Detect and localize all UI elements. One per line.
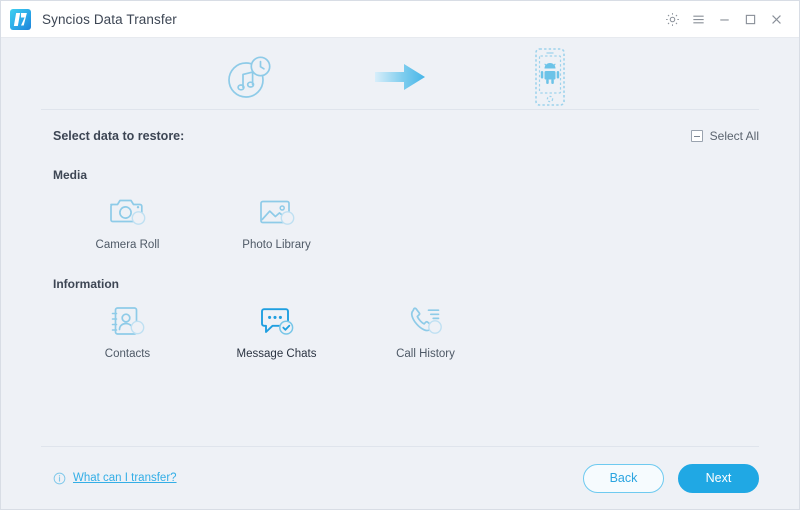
flow-arrow: [325, 61, 475, 93]
footer-bar: What can I transfer? Back Next: [41, 447, 759, 509]
maximize-button[interactable]: [737, 6, 763, 32]
tile-label: Camera Roll: [95, 239, 160, 251]
settings-button[interactable]: [659, 6, 685, 32]
message-chats-icon: [260, 308, 293, 335]
group-title-information: Information: [53, 277, 119, 291]
tile-icon-wrap: [258, 301, 296, 341]
tile-call-history[interactable]: Call History: [351, 297, 500, 360]
data-groups: Media Camera Roll Photo Library Informat…: [41, 162, 759, 446]
call-history-icon: [410, 307, 442, 334]
tile-message-chats[interactable]: Message Chats: [202, 297, 351, 360]
flow-source: [175, 49, 325, 105]
transfer-flow: [41, 38, 759, 109]
camera-icon: [109, 199, 145, 225]
tile-label: Message Chats: [236, 348, 317, 360]
tile-label: Contacts: [104, 348, 151, 360]
android-phone-icon: [535, 47, 565, 106]
window-controls: [659, 6, 789, 32]
checkbox-indeterminate-icon[interactable]: [690, 130, 703, 142]
backup-music-clock-icon: [228, 55, 271, 98]
select-all-label: Select All: [709, 129, 759, 143]
tiles-information: Contacts Message Chats Call History: [53, 297, 759, 360]
minimize-button[interactable]: [711, 6, 737, 32]
info-icon: [53, 472, 66, 484]
tiles-media: Camera Roll Photo Library: [53, 188, 759, 251]
title-bar: Syncios Data Transfer: [1, 1, 799, 38]
tile-camera-roll[interactable]: Camera Roll: [53, 188, 202, 251]
select-bar: Select data to restore: Select All: [41, 110, 759, 162]
menu-button[interactable]: [685, 6, 711, 32]
back-button[interactable]: Back: [583, 463, 664, 493]
contacts-icon: [111, 307, 144, 335]
tile-icon-wrap: [109, 301, 147, 341]
select-all-control[interactable]: Select All: [690, 129, 759, 143]
tile-icon-wrap: [407, 301, 445, 341]
app-title: Syncios Data Transfer: [42, 11, 177, 27]
tile-label: Photo Library: [242, 239, 311, 251]
select-data-title: Select data to restore:: [53, 129, 185, 143]
group-title-media: Media: [53, 168, 88, 182]
photo-library-icon: [259, 200, 294, 225]
footer-buttons: Back Next: [583, 463, 759, 493]
next-button[interactable]: Next: [678, 463, 759, 493]
tile-contacts[interactable]: Contacts: [53, 297, 202, 360]
arrow-right-icon: [375, 63, 425, 90]
close-button[interactable]: [763, 6, 789, 32]
what-can-i-transfer-link[interactable]: What can I transfer?: [53, 472, 177, 485]
flow-target: [475, 47, 625, 107]
help-link-label: What can I transfer?: [73, 472, 177, 484]
tile-icon-wrap: [109, 192, 147, 232]
content-area: Select data to restore: Select All Media: [1, 38, 799, 509]
tile-icon-wrap: [258, 192, 296, 232]
syncios-logo-icon: [10, 8, 31, 30]
app-window: Syncios Data Transfer Select data to res…: [0, 0, 800, 510]
tile-photo-library[interactable]: Photo Library: [202, 188, 351, 251]
tile-label: Call History: [396, 348, 455, 360]
